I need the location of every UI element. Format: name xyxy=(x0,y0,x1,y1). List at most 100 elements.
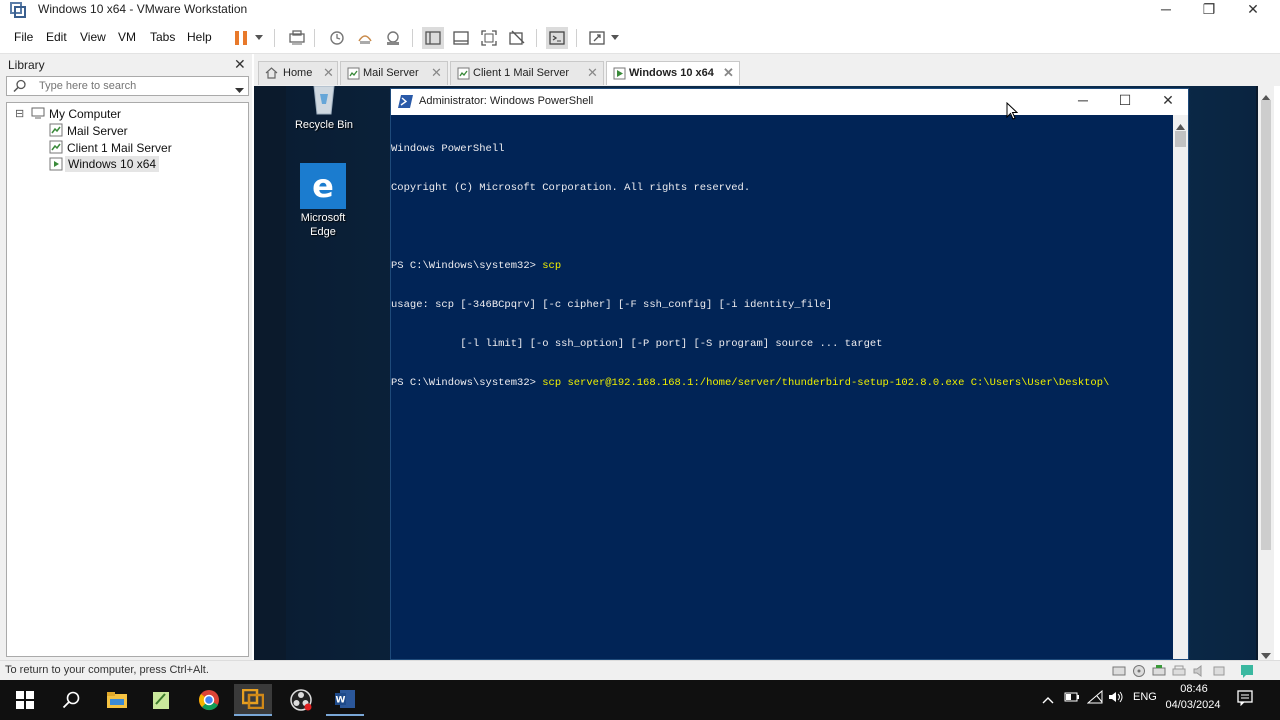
clock-date[interactable]: 04/03/2024 xyxy=(1162,699,1224,711)
tab-strip: Home ✕ Mail Server ✕ Client 1 Mail Serve… xyxy=(254,54,1280,86)
search-icon xyxy=(13,79,27,96)
close-button[interactable]: ✕ xyxy=(1231,0,1275,20)
send-ctrl-alt-del-icon[interactable] xyxy=(286,27,308,49)
usb-device-icon[interactable] xyxy=(1212,664,1226,681)
tab-label: Windows 10 x64 xyxy=(629,67,714,79)
search-dropdown-icon[interactable] xyxy=(235,83,244,97)
menu-view[interactable]: View xyxy=(80,30,106,44)
printer-icon[interactable] xyxy=(1172,664,1186,681)
stretch-dropdown-icon[interactable] xyxy=(608,27,622,49)
minimize-button[interactable]: ─ xyxy=(1144,0,1188,20)
console-command: scp xyxy=(542,260,562,272)
console-line: PS C:\Windows\system32> scp xyxy=(391,260,1173,273)
microsoft-edge-label: Microsoft Edge xyxy=(290,211,356,239)
tree-item-client1-mail-server[interactable]: Client 1 Mail Server xyxy=(67,140,172,156)
start-button-icon[interactable] xyxy=(6,684,44,716)
notepad-plus-icon[interactable] xyxy=(142,684,180,716)
powershell-titlebar[interactable]: Administrator: Windows PowerShell ─ ☐ ✕ xyxy=(391,89,1188,115)
show-library-icon[interactable] xyxy=(422,27,444,49)
tab-close-icon[interactable]: ✕ xyxy=(323,65,334,81)
status-text: To return to your computer, press Ctrl+A… xyxy=(5,664,209,676)
search-icon[interactable] xyxy=(52,684,90,716)
word-icon[interactable]: W xyxy=(326,684,364,716)
tab-client1-mail-server[interactable]: Client 1 Mail Server ✕ xyxy=(450,61,604,85)
svg-text:e: e xyxy=(312,167,334,205)
chrome-icon[interactable] xyxy=(190,684,228,716)
menu-edit[interactable]: Edit xyxy=(46,30,67,44)
toolbar-divider xyxy=(536,29,537,47)
console-command: scp xyxy=(542,377,562,389)
network-icon[interactable] xyxy=(1086,689,1103,707)
pause-icon[interactable] xyxy=(230,27,252,49)
clock-time[interactable]: 08:46 xyxy=(1166,683,1222,695)
microsoft-edge-icon[interactable]: e xyxy=(300,163,346,209)
volume-icon[interactable] xyxy=(1108,690,1124,707)
hard-disk-icon[interactable] xyxy=(1112,664,1126,681)
thumbnail-bar-icon[interactable] xyxy=(450,27,472,49)
toolbar-divider xyxy=(274,29,275,47)
stretch-guest-icon[interactable] xyxy=(586,27,608,49)
tab-windows10[interactable]: Windows 10 x64 ✕ xyxy=(606,61,740,85)
cd-dvd-icon[interactable] xyxy=(1132,664,1146,681)
ps-close-button[interactable]: ✕ xyxy=(1153,92,1183,109)
tab-close-icon[interactable]: ✕ xyxy=(587,65,598,81)
tab-close-icon[interactable]: ✕ xyxy=(431,65,442,81)
tab-home[interactable]: Home ✕ xyxy=(258,61,338,85)
menu-tabs[interactable]: Tabs xyxy=(150,30,175,44)
vmware-icon xyxy=(10,2,26,18)
library-search-input[interactable] xyxy=(39,78,229,94)
powershell-title: Administrator: Windows PowerShell xyxy=(419,95,594,107)
library-title: Library xyxy=(8,58,45,72)
power-dropdown-icon[interactable] xyxy=(252,27,266,49)
tree-item-my-computer[interactable]: My Computer xyxy=(49,106,121,122)
language-indicator[interactable]: ENG xyxy=(1133,691,1157,703)
powershell-scrollbar[interactable] xyxy=(1173,115,1188,659)
vmware-taskbar-icon[interactable] xyxy=(234,684,272,716)
menu-bar: File Edit View VM Tabs Help xyxy=(0,22,1280,54)
menu-file[interactable]: File xyxy=(14,30,33,44)
tree-expander-icon[interactable]: ⊟ xyxy=(15,106,24,122)
network-adapter-icon[interactable] xyxy=(1152,664,1166,681)
ps-maximize-button[interactable]: ☐ xyxy=(1110,92,1140,109)
message-log-icon[interactable] xyxy=(1240,664,1254,681)
computer-icon xyxy=(31,106,45,122)
snapshot-icon[interactable] xyxy=(326,27,348,49)
console-view-icon[interactable] xyxy=(546,27,568,49)
show-hidden-icons-icon[interactable] xyxy=(1042,693,1054,707)
tree-item-windows10[interactable]: Windows 10 x64 xyxy=(65,156,160,172)
menu-vm[interactable]: VM xyxy=(118,30,136,44)
tab-mail-server[interactable]: Mail Server ✕ xyxy=(340,61,448,85)
action-center-icon[interactable] xyxy=(1237,690,1253,709)
window-title: Windows 10 x64 - VMware Workstation xyxy=(38,2,248,16)
vm-icon xyxy=(457,67,470,83)
snapshot-manager-icon[interactable] xyxy=(382,27,404,49)
full-screen-icon[interactable] xyxy=(478,27,500,49)
library-close-button[interactable]: ✕ xyxy=(234,56,246,73)
tab-close-icon[interactable]: ✕ xyxy=(723,65,734,81)
file-explorer-icon[interactable] xyxy=(98,684,136,716)
powershell-icon xyxy=(398,95,413,111)
console-command-args: server@192.168.168.1:/home/server/thunde… xyxy=(561,377,1110,389)
sound-card-icon[interactable] xyxy=(1192,664,1206,681)
taskbar: W ENG 08:46 04/03/2024 xyxy=(0,680,1280,720)
revert-snapshot-icon[interactable] xyxy=(354,27,376,49)
powershell-console[interactable]: Windows PowerShell Copyright (C) Microso… xyxy=(391,115,1173,659)
ps-minimize-button[interactable]: ─ xyxy=(1068,92,1098,108)
scroll-thumb[interactable] xyxy=(1175,131,1186,147)
console-line: PS C:\Windows\system32> scp server@192.1… xyxy=(391,377,1173,390)
battery-icon[interactable] xyxy=(1064,691,1080,706)
edge-label-line: Edge xyxy=(310,226,336,238)
edge-label-line: Microsoft xyxy=(300,212,346,224)
vm-scrollbar[interactable] xyxy=(1258,86,1274,660)
menu-help[interactable]: Help xyxy=(187,30,212,44)
tree-item-mail-server[interactable]: Mail Server xyxy=(67,123,128,139)
recycle-bin-icon[interactable] xyxy=(306,86,342,116)
tab-label: Client 1 Mail Server xyxy=(473,67,569,79)
obs-icon[interactable] xyxy=(282,684,320,716)
vm-scroll-thumb[interactable] xyxy=(1261,100,1271,550)
restore-button[interactable]: ❐ xyxy=(1187,0,1231,20)
console-prompt: PS C:\Windows\system32> xyxy=(391,260,543,272)
unity-icon[interactable] xyxy=(506,27,528,49)
library-search xyxy=(6,76,249,96)
powershell-window[interactable]: Administrator: Windows PowerShell ─ ☐ ✕ … xyxy=(390,88,1189,660)
